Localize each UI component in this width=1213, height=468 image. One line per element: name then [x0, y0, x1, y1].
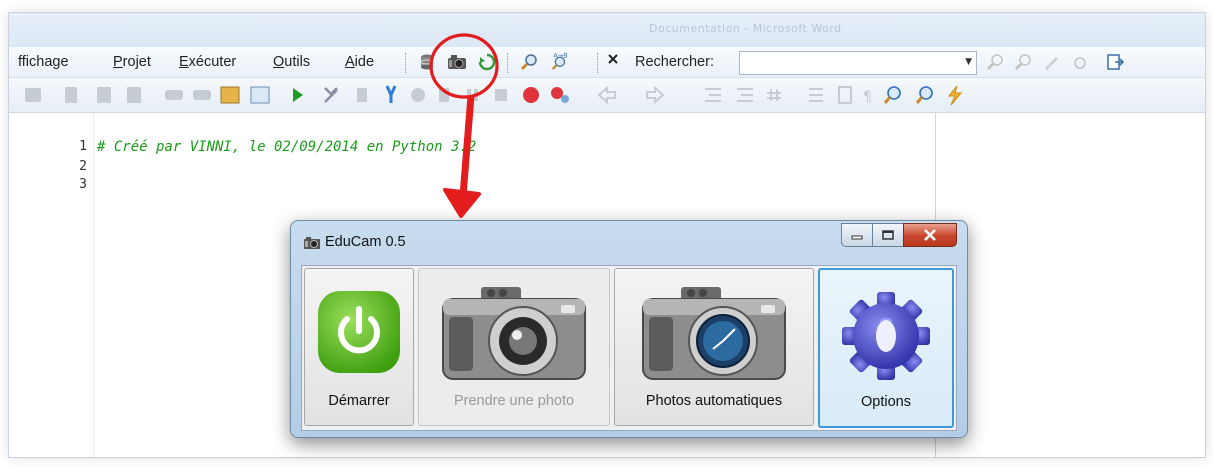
exit-icon[interactable] — [1105, 52, 1125, 72]
find-next-icon[interactable] — [985, 52, 1005, 72]
chevron-down-icon[interactable]: ▼ — [965, 57, 972, 67]
line-number: 1 — [79, 139, 87, 154]
menu-label: xécuter — [188, 54, 237, 70]
search-input[interactable]: ▼ — [739, 51, 977, 75]
search-label: Rechercher: — [635, 54, 714, 70]
start-label: Démarrer — [328, 393, 390, 409]
dialog-title: EduCam 0.5 — [325, 234, 406, 250]
highlight-icon[interactable] — [1041, 52, 1061, 72]
menu-bar: ffichage Projet Exécuter Outils Aide A→B… — [9, 47, 1205, 78]
take-photo-label: Prendre une photo — [453, 393, 575, 409]
menu-outils[interactable]: Outils — [273, 54, 310, 70]
menu-label: ffichage — [18, 54, 69, 70]
toolbar-grip[interactable] — [597, 53, 601, 73]
start-button[interactable]: Démarrer — [304, 268, 414, 426]
options-label: Options — [861, 394, 911, 410]
title-bar: Documentation - Microsoft Word — [9, 13, 1205, 47]
find-prev-icon[interactable] — [1013, 52, 1033, 72]
edit-toolbar: ¶ — [9, 78, 1205, 113]
refresh-icon[interactable] — [477, 52, 497, 72]
close-x-icon[interactable] — [607, 49, 619, 69]
toolbar-icons[interactable]: ¶ — [9, 78, 1205, 112]
minimize-button[interactable] — [841, 223, 873, 247]
menu-accel: A — [345, 54, 355, 70]
search-icon[interactable] — [519, 52, 539, 72]
menu-label: utils — [284, 54, 311, 70]
menu-aide[interactable]: Aide — [345, 54, 374, 70]
replace-all-icon[interactable] — [1069, 52, 1089, 72]
menu-accel: E — [179, 54, 189, 70]
menu-label: rojet — [122, 54, 151, 70]
power-icon — [318, 291, 400, 373]
line-number: 2 — [79, 159, 87, 174]
options-button[interactable]: Options — [818, 268, 954, 428]
menu-label: ide — [354, 54, 375, 70]
menu-affichage[interactable]: ffichage — [18, 54, 69, 70]
camera-clock-icon — [642, 287, 786, 380]
window-title: Documentation - Microsoft Word — [649, 22, 842, 35]
toolbar-grip[interactable] — [507, 53, 511, 73]
auto-photos-button[interactable]: Photos automatiques — [614, 268, 814, 426]
menu-accel: P — [113, 54, 123, 70]
gear-icon — [842, 292, 930, 380]
database-icon[interactable] — [417, 52, 437, 72]
menu-executer[interactable]: Exécuter — [179, 54, 236, 70]
camera-icon[interactable] — [447, 52, 467, 72]
camera-icon — [442, 287, 586, 380]
line-number: 3 — [79, 177, 87, 192]
line-gutter: 1 2 3 — [9, 113, 94, 457]
maximize-button[interactable] — [872, 223, 904, 247]
stop-icon — [523, 87, 539, 103]
camera-icon — [303, 235, 321, 254]
menu-accel: O — [273, 54, 285, 70]
svg-text:¶: ¶ — [863, 89, 872, 105]
auto-photos-label: Photos automatiques — [645, 393, 783, 409]
replace-icon[interactable]: A→B — [549, 50, 569, 70]
educam-dialog: EduCam 0.5 Démarrer Prendre une photo Ph… — [290, 220, 968, 438]
take-photo-button[interactable]: Prendre une photo — [418, 268, 610, 426]
run-icon — [293, 88, 303, 102]
menu-projet[interactable]: Projet — [113, 54, 151, 70]
close-button[interactable] — [903, 223, 957, 247]
window-controls — [841, 223, 957, 249]
code-comment[interactable]: # Créé par VINNI, le 02/09/2014 en Pytho… — [97, 139, 476, 155]
toolbar-grip[interactable] — [405, 53, 409, 73]
dialog-body: Démarrer Prendre une photo Photos automa… — [301, 265, 957, 431]
